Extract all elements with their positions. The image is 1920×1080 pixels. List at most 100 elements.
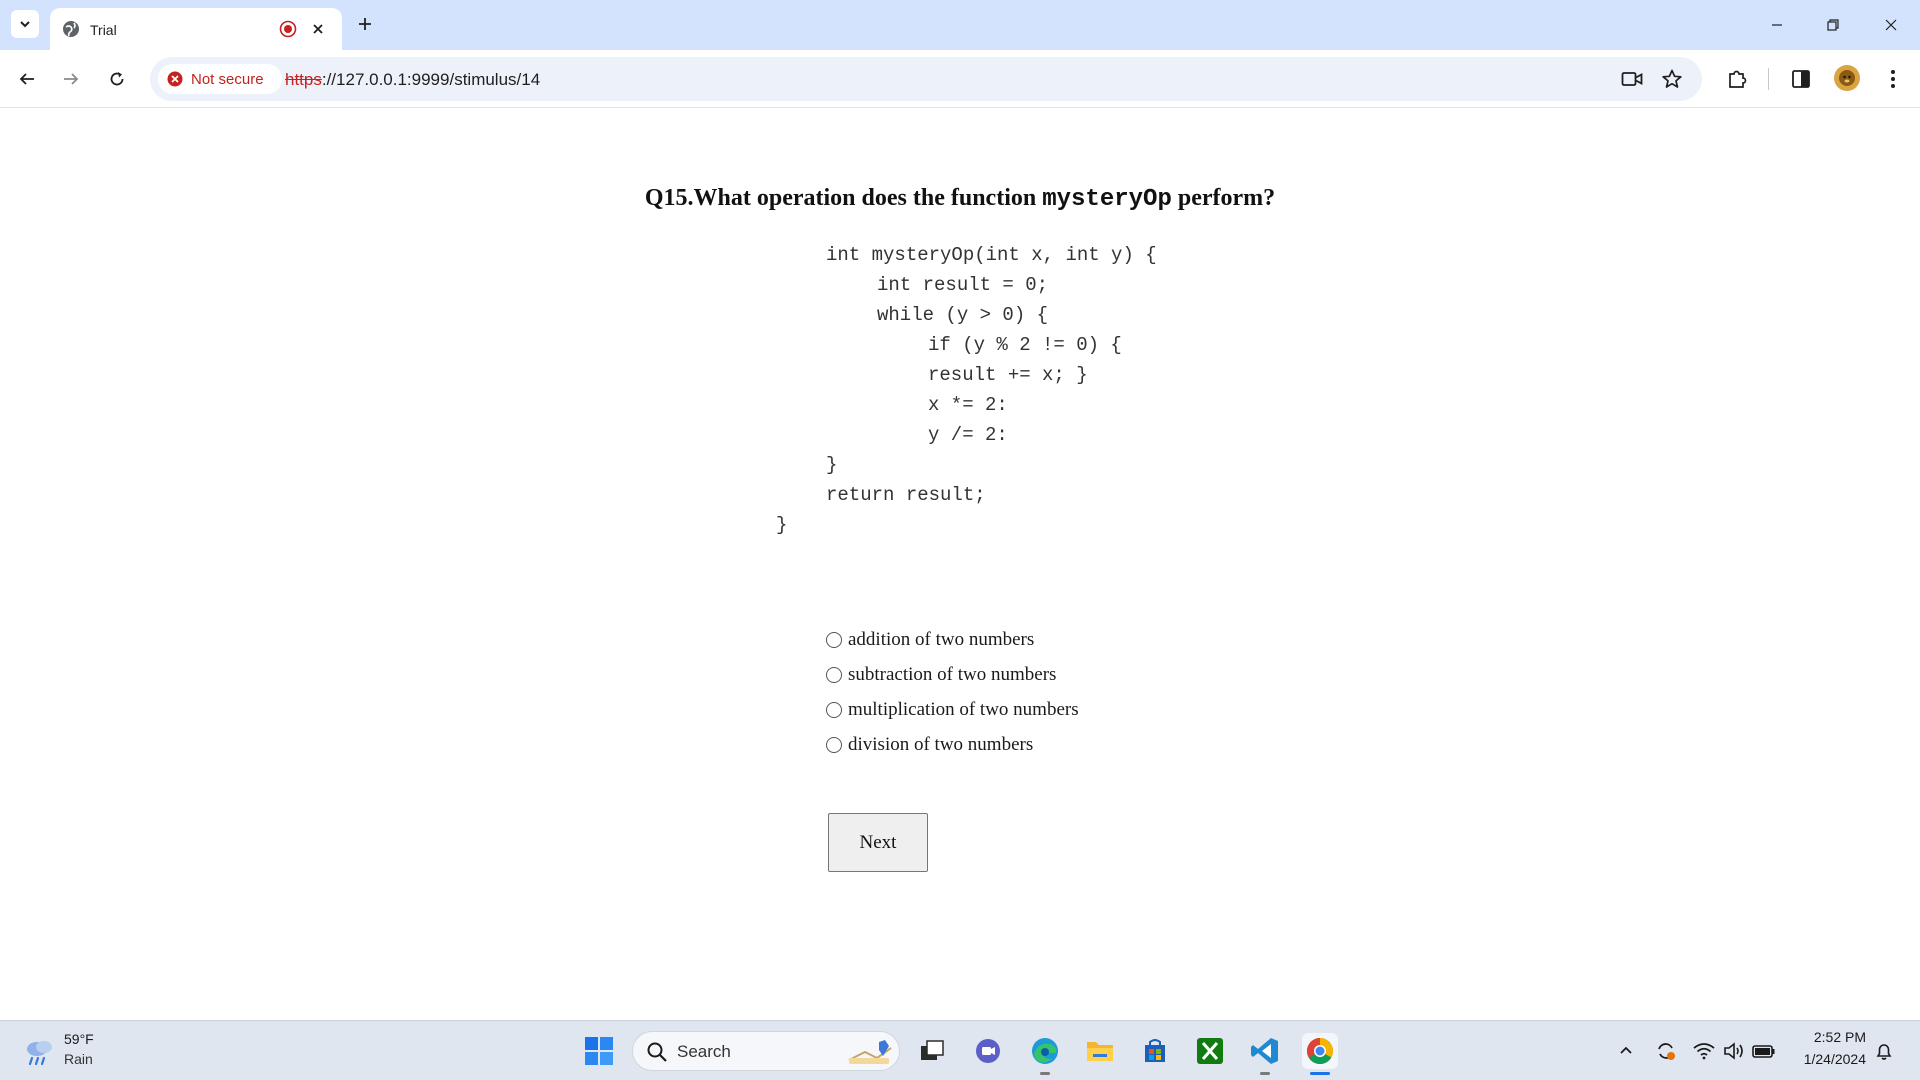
star-icon [1662, 69, 1682, 88]
back-button[interactable] [12, 64, 42, 94]
minimize-button[interactable] [1762, 10, 1792, 40]
forward-button[interactable] [56, 64, 86, 94]
vscode-running-indicator [1260, 1072, 1270, 1075]
minimize-icon [1772, 24, 1782, 26]
show-hidden-icons-button[interactable] [1614, 1039, 1638, 1063]
folder-icon [1087, 1042, 1113, 1061]
reload-icon [110, 72, 124, 86]
radio-button[interactable] [826, 667, 842, 683]
chevron-up-icon [1620, 1046, 1632, 1054]
edge-icon [1032, 1038, 1058, 1064]
tab-strip: Trial [0, 0, 1920, 50]
option-addition[interactable]: addition of two numbers [826, 628, 1034, 652]
xbox-app[interactable] [1192, 1033, 1228, 1069]
restore-button[interactable] [1818, 10, 1848, 40]
wifi-tray-icon[interactable] [1692, 1039, 1716, 1063]
sync-tray-icon[interactable] [1654, 1039, 1678, 1063]
arrow-right-icon [64, 73, 79, 85]
question-prefix: Q15.What operation does the function [644, 185, 1043, 211]
code-line: result += x; } [928, 364, 1088, 386]
vscode-app[interactable] [1247, 1033, 1283, 1069]
profile-avatar[interactable] [1834, 65, 1860, 91]
tab-search-button[interactable] [11, 10, 39, 38]
toolbar-divider [1768, 68, 1769, 90]
new-tab-button[interactable] [353, 12, 377, 36]
active-tab[interactable]: Trial [50, 8, 342, 50]
code-line: while (y > 0) { [877, 304, 1049, 326]
camera-permission-button[interactable] [1620, 67, 1644, 91]
globe-icon [63, 21, 79, 37]
option-label: multiplication of two numbers [848, 699, 1079, 720]
close-icon [1885, 19, 1897, 31]
option-subtraction[interactable]: subtraction of two numbers [826, 663, 1056, 687]
weather-temperature: 59°F [64, 1031, 94, 1047]
battery-tray-icon[interactable] [1752, 1039, 1776, 1063]
question-suffix: perform? [1171, 185, 1276, 211]
task-view-icon [921, 1040, 944, 1060]
arrow-left-icon [19, 73, 34, 85]
radio-button[interactable] [826, 737, 842, 753]
windows-start-icon[interactable] [584, 1036, 614, 1066]
option-division[interactable]: division of two numbers [826, 733, 1033, 757]
edge-running-indicator [1040, 1072, 1050, 1075]
file-explorer-app[interactable] [914, 1033, 950, 1069]
close-tab-button[interactable] [308, 19, 328, 39]
taskbar-search[interactable]: Search [632, 1031, 900, 1071]
store-icon [1145, 1039, 1165, 1062]
clock-time: 2:52 PM [1813, 1029, 1866, 1045]
folder-app[interactable] [1082, 1033, 1118, 1069]
close-window-button[interactable] [1876, 10, 1906, 40]
question-title: Q15.What operation does the function mys… [0, 185, 1920, 213]
vscode-icon [1251, 1038, 1278, 1064]
volume-tray-icon[interactable] [1722, 1039, 1746, 1063]
wifi-icon [1693, 1043, 1715, 1060]
code-line: y /= 2: [928, 424, 1008, 446]
address-bar[interactable]: Not secure https://127.0.0.1:9999/stimul… [150, 57, 1702, 101]
chrome-menu-button[interactable] [1878, 64, 1908, 94]
xbox-icon [1197, 1038, 1223, 1064]
radio-button[interactable] [826, 702, 842, 718]
radio-button[interactable] [826, 632, 842, 648]
plus-icon [359, 18, 371, 30]
speaker-icon [1724, 1042, 1743, 1060]
meet-app[interactable] [970, 1033, 1006, 1069]
code-line: } [826, 454, 838, 476]
chat-icon [976, 1039, 1000, 1063]
option-multiplication[interactable]: multiplication of two numbers [826, 698, 1079, 722]
video-camera-icon [1621, 72, 1643, 86]
store-app[interactable] [1137, 1033, 1173, 1069]
restore-icon [1827, 19, 1839, 31]
bookmark-button[interactable] [1660, 67, 1684, 91]
code-line: return result; [826, 484, 986, 506]
chevron-down-icon [20, 21, 30, 28]
bell-icon [1876, 1044, 1892, 1060]
edge-app[interactable] [1027, 1033, 1063, 1069]
security-chip[interactable]: Not secure [158, 64, 282, 94]
puzzle-icon [1729, 70, 1747, 88]
weather-condition: Rain [64, 1051, 93, 1067]
url-path: ://127.0.0.1:9999/stimulus/14 [321, 70, 541, 89]
notifications-button[interactable] [1872, 1039, 1896, 1063]
chrome-app[interactable] [1302, 1033, 1338, 1069]
close-icon [313, 24, 323, 34]
code-line: x *= 2: [928, 394, 1008, 416]
browser-toolbar: Not secure https://127.0.0.1:9999/stimul… [0, 50, 1920, 108]
tab-title: Trial [90, 22, 117, 38]
security-label: Not secure [191, 70, 264, 88]
taskbar: 59°F Rain Search 2:52 PM 1/24/2024 [0, 1020, 1920, 1080]
reload-button[interactable] [102, 64, 132, 94]
option-label: division of two numbers [848, 734, 1034, 755]
side-panel-button[interactable] [1786, 64, 1816, 94]
sync-icon [1658, 1043, 1675, 1060]
battery-icon [1752, 1045, 1775, 1058]
extensions-button[interactable] [1722, 64, 1752, 94]
chrome-icon [1306, 1037, 1334, 1065]
search-icon [647, 1042, 667, 1062]
code-line: if (y % 2 != 0) { [928, 334, 1122, 356]
question-code-word: mysteryOp [1042, 186, 1172, 213]
code-line: int mysteryOp(int x, int y) { [826, 244, 1157, 266]
page-content: Q15.What operation does the function mys… [0, 109, 1920, 1020]
next-button[interactable]: Next [828, 813, 928, 872]
code-line: } [776, 514, 788, 536]
url-text[interactable]: https://127.0.0.1:9999/stimulus/14 [285, 70, 540, 90]
